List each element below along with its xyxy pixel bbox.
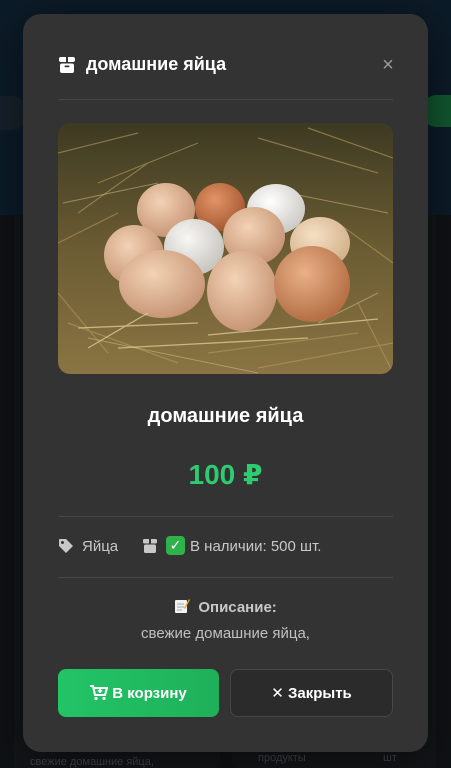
product-title: домашние яйца xyxy=(147,405,304,427)
box-icon xyxy=(59,57,75,73)
box-icon xyxy=(143,539,157,553)
memo-icon xyxy=(175,599,191,613)
product-stock: В наличии: 500 шт. xyxy=(190,538,322,555)
product-price: 100 ₽ xyxy=(188,459,263,490)
close-button[interactable]: ✕ Закрыть xyxy=(230,669,393,717)
meta-divider xyxy=(58,577,393,578)
product-image xyxy=(58,123,393,374)
description-label: Описание: xyxy=(23,598,428,616)
close-icon[interactable]: × xyxy=(377,54,399,76)
add-to-cart-label: В корзину xyxy=(112,684,187,702)
modal-title: домашние яйца xyxy=(86,54,227,74)
eggs-photo xyxy=(58,123,393,374)
check-mark-icon: ✓ xyxy=(166,536,185,555)
tag-icon xyxy=(59,539,73,553)
product-modal: домашние яйца × домашние яйца 100 ₽ Яйца… xyxy=(23,14,428,752)
cart-icon xyxy=(90,685,109,701)
close-button-label: ✕ Закрыть xyxy=(271,685,352,702)
product-category: Яйца xyxy=(82,538,119,555)
add-to-cart-button[interactable]: В корзину xyxy=(58,669,219,717)
product-description: свежие домашние яйца, xyxy=(141,625,310,642)
description-label-text: Описание: xyxy=(198,599,277,616)
price-divider xyxy=(58,516,393,517)
header-divider xyxy=(58,99,393,100)
